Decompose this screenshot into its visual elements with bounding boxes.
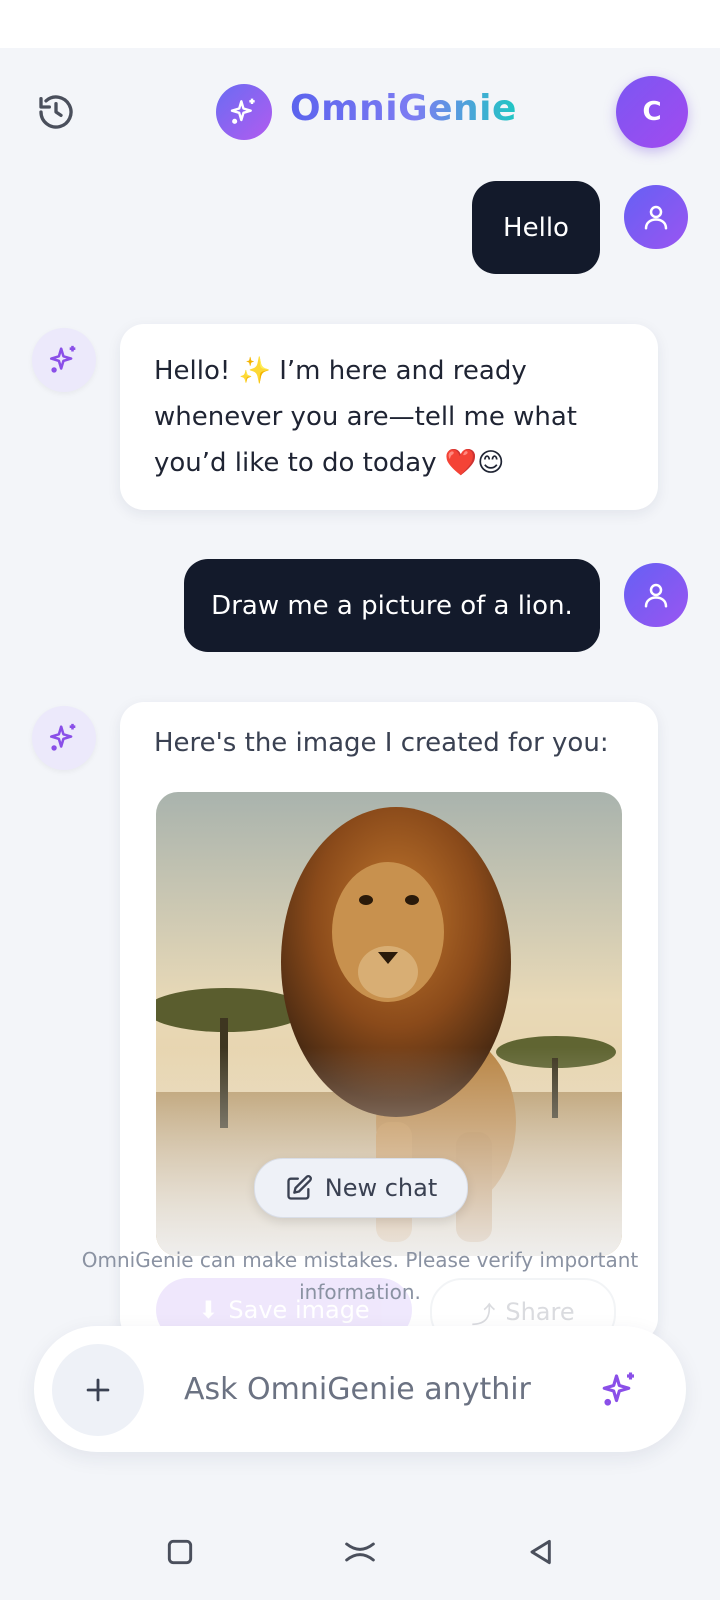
user-message-bubble: Hello xyxy=(472,181,600,274)
assistant-message-line: you’d like to do today ❤️😊 xyxy=(154,448,505,478)
assistant-message-card: Hello! ✨ I’m here and ready whenever you… xyxy=(120,324,658,510)
back-triangle-icon xyxy=(530,1539,551,1565)
user-icon xyxy=(644,205,668,230)
sparkle-icon xyxy=(49,345,76,373)
assistant-message-line: whenever you are—tell me what xyxy=(154,402,577,432)
assistant-message-text: Here's the image I created for you: xyxy=(154,728,609,758)
user-avatar xyxy=(624,563,688,627)
history-icon xyxy=(39,95,73,129)
history-button[interactable] xyxy=(32,88,80,136)
home-gesture-icon xyxy=(345,1542,375,1562)
assistant-message-line: Hello! ✨ I’m here and ready xyxy=(154,356,527,386)
new-chat-button[interactable]: New chat xyxy=(254,1158,468,1218)
profile-avatar-button[interactable]: C xyxy=(616,76,688,148)
assistant-avatar xyxy=(32,328,96,392)
edit-icon xyxy=(287,1175,312,1200)
app-title: OmniGenie xyxy=(290,88,517,129)
status-bar xyxy=(0,0,720,48)
sparkle-icon xyxy=(49,723,76,751)
user-message-bubble: Draw me a picture of a lion. xyxy=(184,559,600,652)
nav-back-button[interactable] xyxy=(512,1524,568,1580)
square-icon xyxy=(167,1539,193,1565)
nav-home-button[interactable] xyxy=(332,1524,388,1580)
assistant-avatar xyxy=(32,706,96,770)
message-composer xyxy=(34,1326,686,1452)
ask-input[interactable] xyxy=(184,1364,564,1414)
nav-recents-button[interactable] xyxy=(152,1524,208,1580)
user-avatar xyxy=(624,185,688,249)
sparkle-icon xyxy=(602,1372,634,1406)
sparkle-icon xyxy=(230,98,255,124)
user-icon xyxy=(644,583,668,608)
attach-button[interactable] xyxy=(52,1344,144,1436)
logo-badge xyxy=(216,84,272,140)
disclaimer-text: OmniGenie can make mistakes. Please veri… xyxy=(81,1248,639,1304)
system-nav-bar xyxy=(0,1502,720,1600)
send-button[interactable] xyxy=(592,1362,648,1418)
plus-icon xyxy=(86,1378,110,1402)
new-chat-label: New chat xyxy=(324,1174,438,1202)
